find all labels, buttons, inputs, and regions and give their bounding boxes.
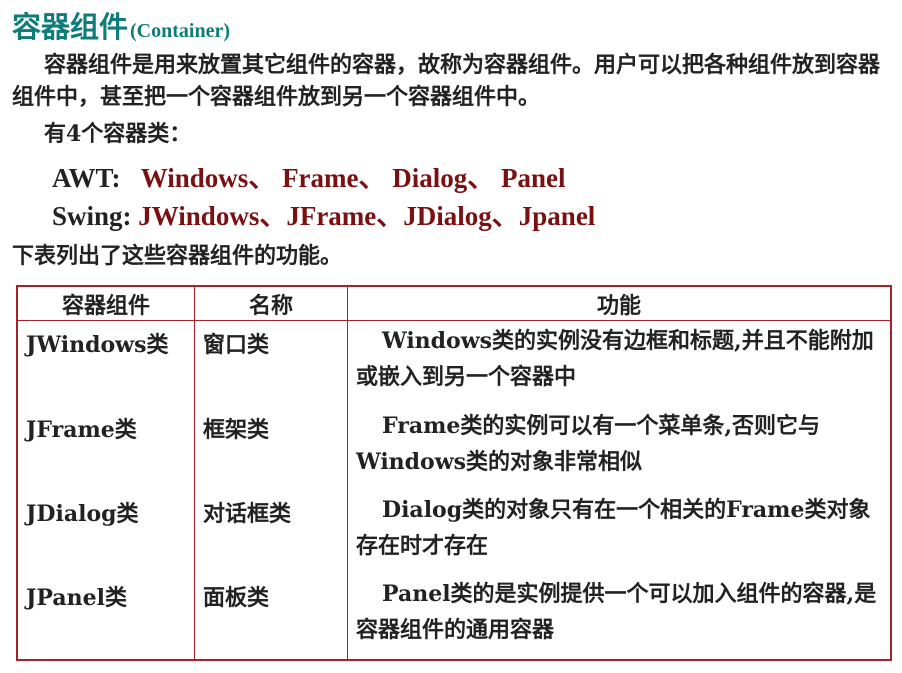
table-header-row: 容器组件 名称 功能 (16, 286, 892, 321)
cell-function: Frame类的实例可以有一个菜单条,否则它与Windows类的对象非常相似 (347, 405, 892, 490)
header-name: 名称 (194, 286, 348, 321)
cell-component: JWindows类 (16, 320, 195, 406)
cell-name: 对话框类 (194, 489, 348, 575)
cell-name: 面板类 (194, 574, 348, 660)
cell-function: Dialog类的对象只有在一个相关的Frame类对象存在时才存在 (347, 489, 892, 575)
cell-component: JDialog类 (16, 489, 195, 575)
table-row: JWindows类 窗口类 Windows类的实例没有边框和标题,并且不能附加或… (16, 320, 892, 406)
swing-label: Swing: (52, 201, 132, 231)
cell-function: Windows类的实例没有边框和标题,并且不能附加或嵌入到另一个容器中 (347, 320, 892, 406)
intro-paragraph: 容器组件是用来放置其它组件的容器，故称为容器组件。用户可以把各种组件放到容器组件… (12, 52, 881, 110)
cell-function: Panel类的是实例提供一个可以加入组件的容器,是容器组件的通用容器 (347, 574, 892, 660)
table-row: JFrame类 框架类 Frame类的实例可以有一个菜单条,否则它与Window… (16, 405, 892, 490)
table-row: JPanel类 面板类 Panel类的是实例提供一个可以加入组件的容器,是容器组… (16, 574, 892, 660)
header-component: 容器组件 (16, 286, 195, 321)
container-table: 容器组件 名称 功能 JWindows类 窗口类 Windows类的实例没有边框… (16, 285, 892, 661)
awt-classes: Windows、 Frame、 Dialog、 Panel (140, 163, 566, 193)
cell-name: 框架类 (194, 405, 348, 490)
title-sub: (Container) (130, 20, 230, 42)
table-intro: 下表列出了这些容器组件的功能。 (12, 243, 343, 269)
header-function: 功能 (347, 286, 892, 321)
awt-label: AWT: (52, 163, 121, 193)
count-line: 有4个容器类： (44, 121, 192, 147)
swing-line: Swing: JWindows、JFrame、JDialog、Jpanel (52, 197, 595, 235)
cell-component: JFrame类 (16, 405, 195, 490)
swing-classes: JWindows、JFrame、JDialog、Jpanel (138, 201, 596, 231)
table-row: JDialog类 对话框类 Dialog类的对象只有在一个相关的Frame类对象… (16, 489, 892, 575)
cell-component: JPanel类 (16, 574, 195, 660)
awt-line: AWT: Windows、 Frame、 Dialog、 Panel (52, 159, 566, 197)
cell-name: 窗口类 (194, 320, 348, 406)
page-title: 容器组件 (Container) (12, 4, 230, 46)
title-main: 容器组件 (12, 10, 129, 44)
